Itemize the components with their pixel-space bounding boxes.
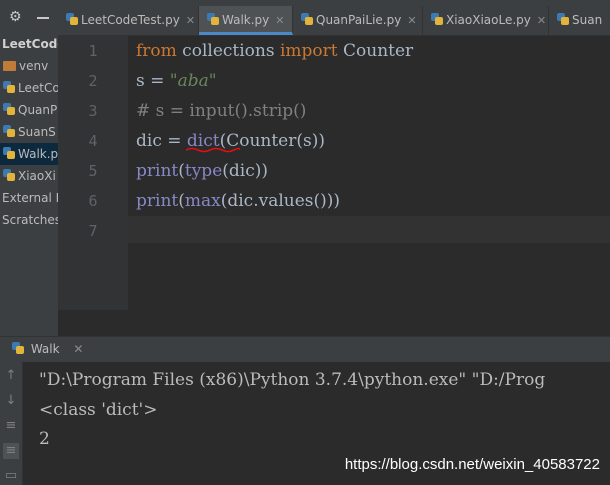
sidebar-item-label: LeetCode — [2, 37, 58, 51]
python-file-icon — [3, 103, 15, 115]
code-token: print — [136, 161, 179, 181]
editor-tab-label: Walk.py — [222, 13, 270, 27]
code-token: from — [136, 41, 177, 61]
code-token: dic = — [136, 131, 187, 151]
python-file-icon — [301, 13, 313, 25]
line-number: 6 — [88, 192, 98, 210]
code-token: # s = input().strip() — [136, 101, 307, 121]
print-icon[interactable]: ▭ — [3, 468, 19, 484]
run-tool-header: Walk ✕ — [0, 336, 610, 363]
sidebar-item[interactable]: Walk.p — [0, 143, 59, 165]
code-token: (dic.values())) — [220, 191, 341, 211]
line-number: 2 — [88, 72, 98, 90]
close-icon[interactable]: ✕ — [537, 14, 546, 27]
code-line: # s = input().strip() — [136, 96, 306, 126]
python-file-icon — [12, 342, 24, 354]
code-token: ( — [178, 161, 185, 181]
sidebar-item[interactable]: External L — [0, 187, 59, 209]
project-sidebar: ⚙ LeetCode venv LeetCo QuanP SuanS Walk.p Xiao… — [0, 6, 59, 336]
line-number: 5 — [88, 162, 98, 180]
sidebar-item-label: QuanP — [18, 103, 58, 117]
arrow-down-icon[interactable]: ↓ — [3, 393, 19, 409]
sidebar-item[interactable]: venv — [0, 55, 58, 77]
sidebar-item[interactable]: LeetCode — [0, 33, 58, 55]
code-line: print(max(dic.values())) — [136, 186, 340, 216]
run-tab-label: Walk — [30, 342, 60, 356]
line-number: 3 — [88, 102, 98, 120]
editor-tab-label: LeetCodeTest.py — [81, 13, 180, 27]
console-output-line: "D:\Program Files (x86)\Python 3.7.4\pyt… — [39, 370, 546, 390]
editor-tab-bar: LeetCodeTest.py ✕ Walk.py ✕ QuanPaiLie.py ✕ Xi… — [58, 6, 610, 36]
sidebar-item-label: Scratches — [2, 213, 59, 227]
code-line: from collections import Counter — [136, 36, 413, 66]
editor-tab-label: XiaoXiaoLe.py — [446, 13, 531, 27]
run-tab[interactable]: Walk ✕ — [12, 337, 83, 362]
code-token: "aba" — [169, 71, 217, 91]
editor-tab[interactable]: QuanPaiLie.py ✕ — [293, 6, 423, 35]
line-number: 7 — [88, 222, 98, 240]
python-file-icon — [3, 81, 15, 93]
editor-bottom-area — [58, 310, 610, 336]
close-icon[interactable]: ✕ — [275, 14, 284, 27]
code-token: s = — [136, 71, 170, 91]
console-output-line: <class 'dict'> — [39, 400, 158, 420]
python-file-icon — [3, 169, 15, 181]
run-toolbar: ↑ ↓ ≡ ≡ ▭ — [0, 362, 23, 485]
editor-tab[interactable]: Walk.py ✕ — [199, 6, 293, 35]
code-token: Counter — [337, 41, 414, 61]
sidebar-toolbar: ⚙ — [0, 6, 58, 30]
caret-row-highlight — [128, 216, 610, 243]
sidebar-item-label: External L — [2, 191, 59, 205]
python-file-icon — [207, 13, 219, 25]
sidebar-item-label: XiaoXi — [18, 169, 56, 183]
line-number: 4 — [88, 132, 98, 150]
sidebar-item[interactable]: XiaoXi — [0, 165, 58, 187]
hide-icon[interactable] — [37, 17, 49, 19]
editor-tab[interactable]: Suan — [549, 6, 610, 35]
sidebar-item-label: SuanS — [18, 125, 56, 139]
editor-tab[interactable]: XiaoXiaoLe.py ✕ — [423, 6, 549, 35]
python-file-icon — [431, 13, 443, 25]
code-token: max — [184, 191, 221, 211]
sidebar-item-label: LeetCo — [18, 81, 59, 95]
editor-tab-label: Suan — [572, 13, 603, 27]
close-icon[interactable]: ✕ — [186, 14, 195, 27]
sidebar-item[interactable]: LeetCo — [0, 77, 59, 99]
code-token: type — [184, 161, 223, 181]
python-file-icon — [3, 147, 15, 159]
folder-icon — [3, 61, 16, 71]
close-icon[interactable]: ✕ — [407, 14, 416, 27]
code-editor[interactable]: from collections import Counter s = "aba"… — [128, 36, 610, 310]
code-token: import — [279, 41, 338, 61]
soft-wrap-icon[interactable]: ≡ — [3, 418, 19, 434]
line-number-gutter: 1 2 3 4 5 6 7 — [58, 36, 128, 310]
error-squiggle — [186, 147, 240, 153]
close-icon[interactable]: ✕ — [73, 342, 83, 356]
code-token: print — [136, 191, 179, 211]
python-file-icon — [3, 125, 15, 137]
arrow-up-icon[interactable]: ↑ — [3, 368, 19, 384]
sidebar-item-label: Walk.p — [18, 147, 59, 161]
code-token: collections — [176, 41, 280, 61]
sidebar-item-label: venv — [19, 59, 49, 73]
scroll-to-end-icon[interactable]: ≡ — [3, 443, 19, 459]
code-token: (dic)) — [222, 161, 269, 181]
code-line: print(type(dic)) — [136, 156, 268, 186]
sidebar-item[interactable]: QuanP — [0, 99, 58, 121]
console-output-line: 2 — [39, 429, 50, 449]
code-token: ( — [178, 191, 185, 211]
sidebar-item[interactable]: SuanS — [0, 121, 58, 143]
editor-tab-label: QuanPaiLie.py — [316, 13, 402, 27]
sidebar-item[interactable]: Scratches — [0, 209, 59, 231]
python-file-icon — [557, 13, 569, 25]
watermark: https://blog.csdn.net/weixin_40583722 — [344, 456, 600, 473]
gear-icon[interactable]: ⚙ — [9, 9, 22, 25]
code-line: s = "aba" — [136, 66, 217, 96]
editor-tab[interactable]: LeetCodeTest.py ✕ — [58, 6, 199, 35]
python-file-icon — [66, 13, 78, 25]
line-number: 1 — [88, 42, 98, 60]
